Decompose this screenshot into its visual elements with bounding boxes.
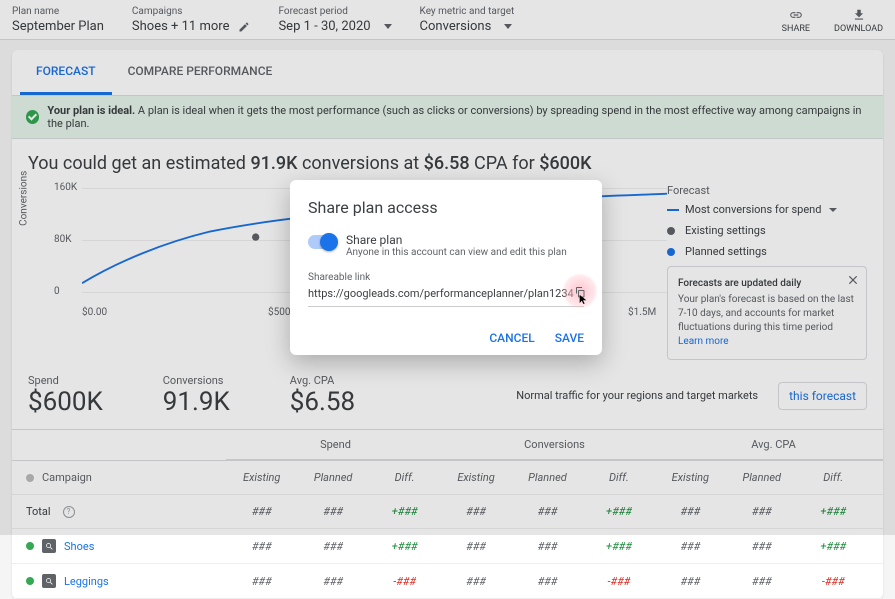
campaign-link[interactable]: Leggings (64, 575, 109, 588)
cursor-icon (578, 293, 588, 305)
cancel-button[interactable]: CANCEL (489, 331, 534, 345)
share-toggle[interactable] (308, 235, 336, 249)
table-row[interactable]: Leggings ### ### -### ### ### -### ### #… (12, 564, 883, 599)
toggle-title: Share plan (346, 233, 567, 247)
magnifier-icon[interactable] (42, 539, 56, 553)
link-value: https://googleads.com/performanceplanner… (308, 287, 574, 300)
magnifier-icon[interactable] (42, 574, 56, 588)
toggle-subtitle: Anyone in this account can view and edit… (346, 247, 567, 258)
status-dot-icon (26, 577, 34, 585)
status-dot-icon (26, 542, 34, 550)
copy-link-button[interactable] (574, 285, 586, 302)
link-label: Shareable link (308, 272, 584, 283)
save-button[interactable]: SAVE (555, 331, 584, 345)
share-plan-modal: Share plan access Share plan Anyone in t… (290, 180, 602, 355)
modal-title: Share plan access (308, 198, 584, 217)
campaign-link[interactable]: Shoes (64, 540, 94, 553)
shareable-link-field[interactable]: https://googleads.com/performanceplanner… (308, 285, 584, 307)
